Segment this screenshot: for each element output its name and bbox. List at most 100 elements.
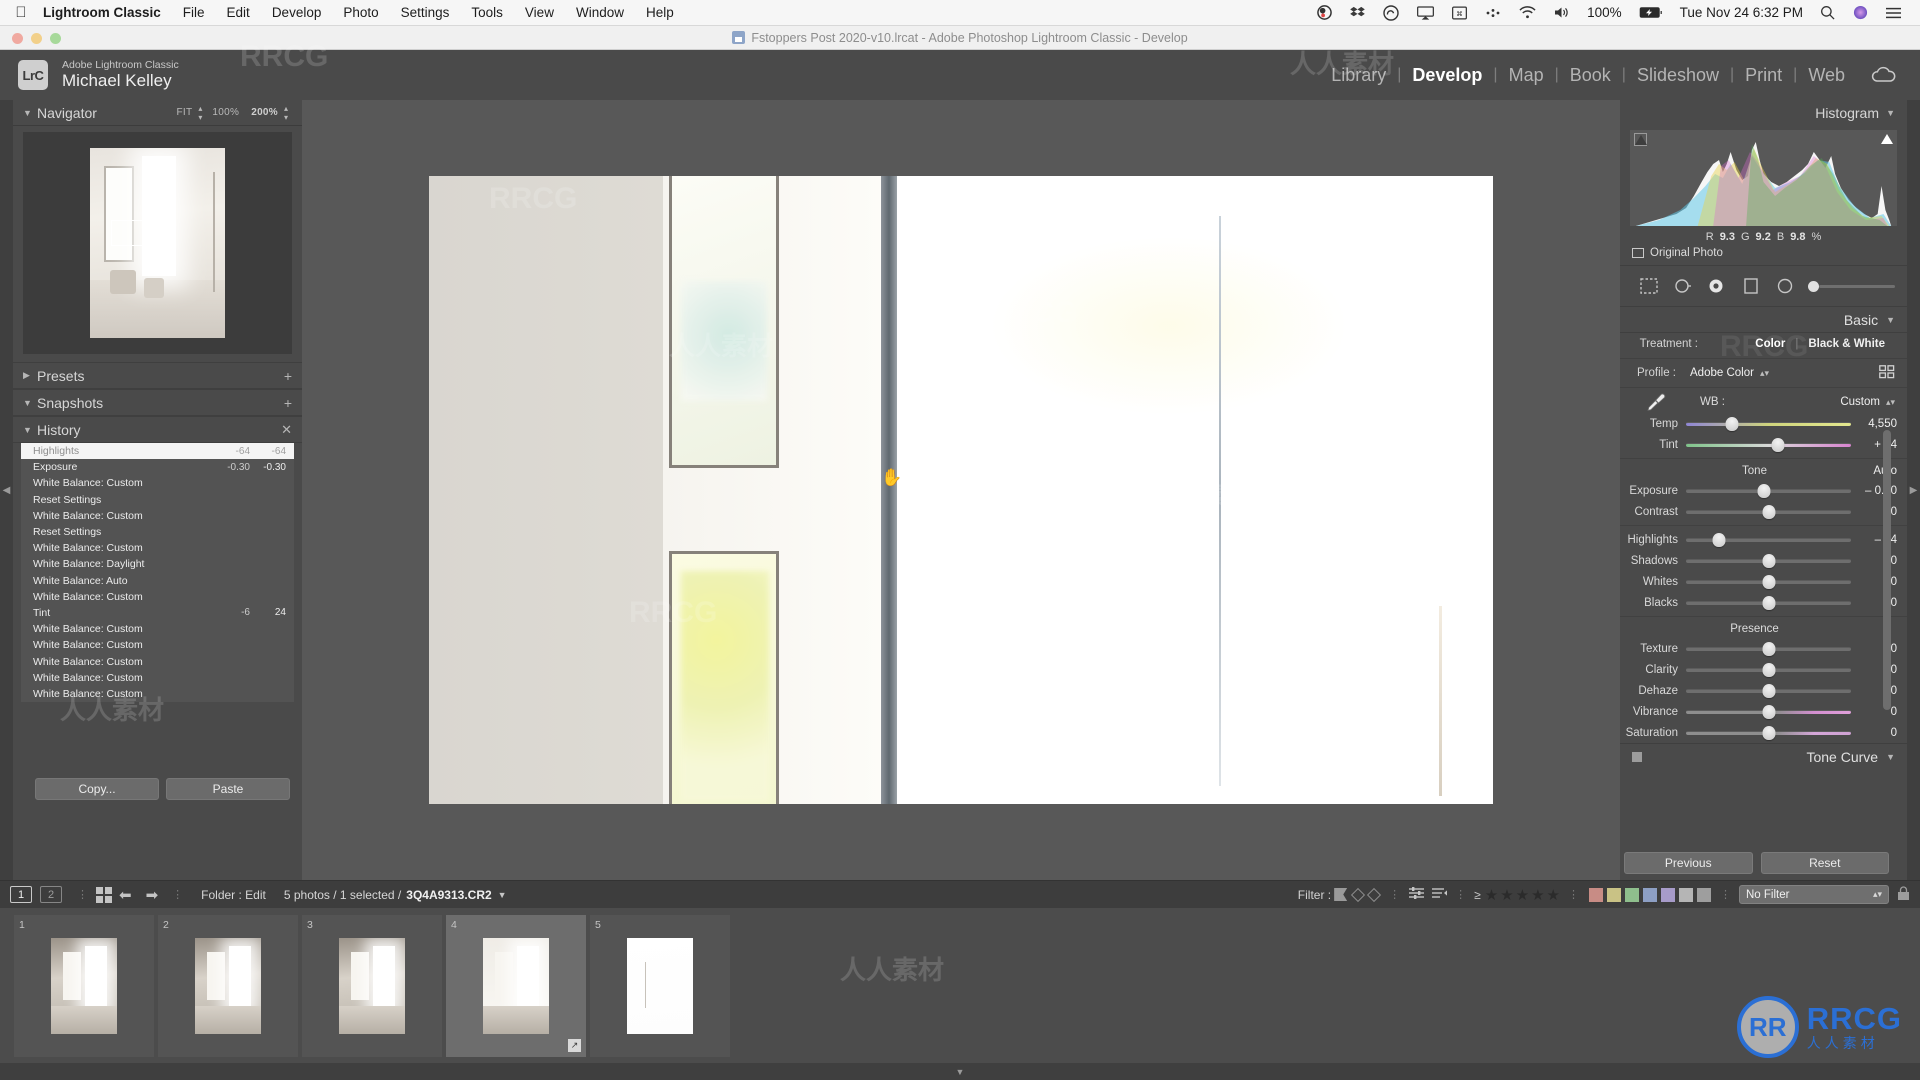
copy-button[interactable]: Copy... <box>35 778 159 800</box>
slider-knob[interactable] <box>1762 683 1775 698</box>
history-row[interactable]: Exposure -0.30 -0.30 <box>21 459 294 475</box>
radial-filter-icon[interactable] <box>1768 274 1802 298</box>
triangle-right-icon[interactable]: ▶ <box>23 370 37 381</box>
module-print[interactable]: Print <box>1734 65 1793 86</box>
slider-knob[interactable] <box>1771 437 1785 452</box>
menu-item-view[interactable]: View <box>514 5 565 20</box>
rating-star[interactable]: ★ <box>1499 887 1514 904</box>
treatment-bw-option[interactable]: Black & White <box>1798 338 1895 350</box>
slider-vibrance[interactable]: Vibrance 0 <box>1620 701 1907 722</box>
apple-icon[interactable]:  <box>10 4 32 21</box>
slider-track[interactable] <box>1686 725 1851 740</box>
x-icon[interactable]: ✕ <box>281 422 292 438</box>
slider-track[interactable] <box>1686 641 1851 656</box>
chevron-down-icon[interactable]: ▼ <box>492 890 507 900</box>
filter-preset-dropdown[interactable]: No Filter ▴▾ <box>1739 885 1889 904</box>
history-row[interactable]: White Balance: Custom <box>21 670 294 686</box>
color-label-swatch[interactable] <box>1607 887 1621 902</box>
zoom-100-option[interactable]: 100% <box>206 107 245 118</box>
slider-track[interactable] <box>1686 437 1851 452</box>
slider-track[interactable] <box>1686 683 1851 698</box>
slider-texture[interactable]: Texture 0 <box>1620 638 1907 659</box>
history-row[interactable]: White Balance: Custom <box>21 686 294 702</box>
slider-whites[interactable]: Whites 0 <box>1620 571 1907 592</box>
slider-track[interactable] <box>1686 532 1851 547</box>
more-icon[interactable] <box>1476 8 1510 18</box>
identity-plate[interactable]: Adobe Lightroom Classic Michael Kelley <box>62 59 179 91</box>
slider-knob[interactable] <box>1712 532 1726 547</box>
reset-button[interactable]: Reset <box>1760 852 1889 874</box>
creative-cloud-icon[interactable] <box>1374 4 1408 21</box>
snapshots-header[interactable]: ▼ Snapshots + <box>13 389 302 416</box>
menu-item-help[interactable]: Help <box>635 5 685 20</box>
rating-star[interactable]: ★ <box>1530 887 1545 904</box>
stepper-icon[interactable]: ▴▾ <box>198 104 206 122</box>
panel-switch-icon[interactable] <box>1632 751 1642 762</box>
slider-knob[interactable] <box>1762 641 1775 656</box>
image-canvas[interactable]: ✋ RRCG 人人素材 RRCG 人人素材 RRCG 人人素材 <box>302 100 1620 880</box>
shadow-clipping-icon[interactable] <box>1634 133 1647 146</box>
history-row[interactable]: Reset Settings <box>21 524 294 540</box>
history-row[interactable]: White Balance: Custom <box>21 540 294 556</box>
crop-overlay-icon[interactable] <box>1632 274 1666 298</box>
slider-knob[interactable] <box>1762 504 1775 519</box>
rating-stars[interactable]: ★ ★ ★ ★ ★ <box>1484 886 1561 904</box>
attribute-filter-icon[interactable] <box>1408 886 1425 903</box>
flag-picked-icon[interactable] <box>1334 888 1348 901</box>
slider-track[interactable] <box>1686 574 1851 589</box>
module-web[interactable]: Web <box>1797 65 1856 86</box>
wifi-icon[interactable] <box>1510 6 1545 19</box>
filmstrip-thumbnail[interactable]: 5 <box>590 914 730 1057</box>
triangle-down-icon[interactable]: ▼ <box>23 108 37 118</box>
navigator-header[interactable]: ▼ Navigator FIT ▴ ▾ 100% 200% ▴ ▾ <box>13 100 302 126</box>
volume-icon[interactable] <box>1545 6 1579 19</box>
history-row[interactable]: White Balance: Custom <box>21 637 294 653</box>
slider-track[interactable] <box>1686 704 1851 719</box>
menu-item-settings[interactable]: Settings <box>390 5 461 20</box>
filmstrip-collapse-icon[interactable]: ▼ <box>0 1063 1920 1080</box>
white-balance-eyedropper-icon[interactable] <box>1632 391 1680 413</box>
module-book[interactable]: Book <box>1559 65 1622 86</box>
filmstrip[interactable]: 1 2 3 4 ↗ 5 <box>0 908 1920 1063</box>
slider-tint[interactable]: Tint+ 24 <box>1620 434 1907 455</box>
minimize-button[interactable] <box>31 33 42 44</box>
cloud-sync-icon[interactable] <box>1870 66 1898 84</box>
navigator-viewport-rect[interactable] <box>111 220 145 246</box>
history-header[interactable]: ▼ History ✕ <box>13 416 302 443</box>
slider-shadows[interactable]: Shadows 0 <box>1620 550 1907 571</box>
grid-view-icon[interactable] <box>96 886 112 903</box>
screen-mode-1-button[interactable]: 1 <box>10 886 32 903</box>
slider-track[interactable] <box>1686 416 1851 431</box>
slider-value[interactable]: 4,550 <box>1851 418 1897 430</box>
module-library[interactable]: Library <box>1320 65 1397 86</box>
slider-track[interactable] <box>1686 662 1851 677</box>
stepper-icon[interactable]: ▴▾ <box>284 104 292 122</box>
search-icon[interactable] <box>1811 5 1844 20</box>
plus-icon[interactable]: + <box>284 368 292 384</box>
original-photo-row[interactable]: Original Photo <box>1620 245 1907 265</box>
zoom-button[interactable] <box>50 33 61 44</box>
color-label-swatch[interactable] <box>1589 887 1603 902</box>
navigator-preview[interactable] <box>23 132 292 354</box>
slider-temp[interactable]: Temp 4,550 <box>1620 413 1907 434</box>
profile-browser-icon[interactable] <box>1879 364 1895 382</box>
lrc-badge-icon[interactable]: LrC <box>18 60 48 90</box>
history-row[interactable]: Tint -6 24 <box>21 605 294 621</box>
tool-slider-knob[interactable] <box>1808 280 1819 292</box>
current-filename[interactable]: 3Q4A9313.CR2 <box>401 888 491 902</box>
triangle-down-icon[interactable]: ▼ <box>1878 752 1895 762</box>
metadata-filter-icon[interactable] <box>1425 886 1448 903</box>
history-row[interactable]: White Balance: Custom <box>21 475 294 491</box>
menu-item-photo[interactable]: Photo <box>332 5 389 20</box>
slider-track[interactable] <box>1686 595 1851 610</box>
slider-blacks[interactable]: Blacks 0 <box>1620 592 1907 613</box>
slider-knob[interactable] <box>1762 595 1775 610</box>
history-row[interactable]: Reset Settings <box>21 492 294 508</box>
slider-track[interactable] <box>1686 504 1851 519</box>
menu-item-develop[interactable]: Develop <box>261 5 333 20</box>
flag-unflagged-icon[interactable] <box>1351 887 1366 902</box>
develop-photo[interactable]: ✋ RRCG 人人素材 RRCG 人人素材 RRCG 人人素材 <box>429 176 1493 804</box>
history-row[interactable]: White Balance: Auto <box>21 573 294 589</box>
filter-lock-icon[interactable] <box>1889 885 1910 904</box>
history-row[interactable]: Highlights -64 -64 <box>21 443 294 460</box>
